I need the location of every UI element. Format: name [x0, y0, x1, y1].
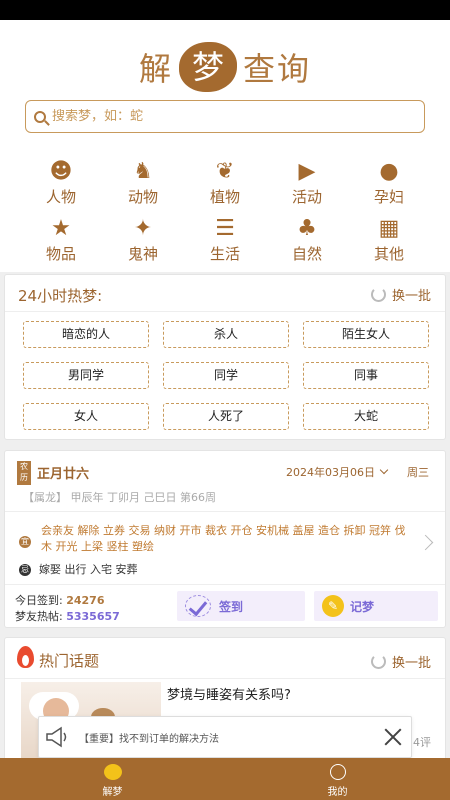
category-life[interactable]: ☰ 生活 — [184, 215, 266, 264]
plant-icon: ❦ — [215, 159, 235, 184]
hot-topics-title: 热门话题 — [39, 652, 100, 670]
divider — [5, 511, 445, 512]
chevron-down-icon — [379, 465, 389, 475]
dream-cloud-icon — [103, 764, 122, 780]
hot-dreams-refresh-button[interactable]: 换一批 — [370, 285, 431, 304]
ganzhi-info: 【属龙】 甲辰年 丁卯月 己巳日 第66周 — [23, 491, 216, 504]
tab-dream[interactable]: 解梦 — [0, 758, 225, 800]
user-icon — [329, 764, 346, 780]
divider — [5, 311, 445, 312]
signin-count: 24276 — [66, 594, 105, 607]
search-bar[interactable] — [25, 100, 425, 133]
tree-icon: ♣ — [297, 216, 317, 241]
ji-text: 嫁娶 出行 入宅 安葬 — [39, 563, 138, 576]
divider — [5, 678, 445, 679]
topics-refresh-button[interactable]: 换一批 — [370, 652, 431, 671]
bag-icon: ★ — [51, 216, 71, 241]
comment-count: 4评 — [413, 736, 431, 749]
hot-dream-tag[interactable]: 人死了 — [163, 403, 289, 430]
search-icon — [34, 110, 46, 123]
community-stats: 今日签到: 24276 梦友热帖: 5335657 — [15, 594, 120, 623]
category-animal[interactable]: ♞ 动物 — [102, 158, 184, 207]
yi-badge: 宜 — [19, 536, 31, 548]
category-grid: ☻ 人物 ♞ 动物 ❦ 植物 ▶ 活动 ● 孕妇 ★ 物品 ✦ 鬼神 ☰ 生活 ♣ 自然 ▦ 其他 — [0, 158, 450, 264]
header-section: 解梦查询 ☻人物 ♞动物 ❦植物 ▶活动 ●孕妇 ★物品 ✦鬼神 ☰生活 ♣自然… — [0, 20, 450, 272]
record-dream-button[interactable]: ✎ 记梦 — [314, 591, 438, 621]
ghost-icon: ✦ — [133, 216, 153, 241]
weekday: 周三 — [407, 466, 429, 479]
megaphone-icon: ▶ — [298, 159, 316, 184]
hot-dream-tag[interactable]: 陌生女人 — [303, 321, 429, 348]
almanac-yi[interactable]: 宜 会亲友 解除 立券 交易 纳财 开市 裁衣 开仓 安机械 盖屋 造仓 拆卸 … — [19, 523, 409, 555]
category-plant[interactable]: ❦ 植物 — [184, 158, 266, 207]
flame-icon — [17, 646, 34, 668]
logo-text-left: 解 — [138, 50, 173, 88]
topic-question[interactable]: 梦境与睡姿有关系吗? — [167, 684, 291, 703]
lunar-badge: 农历 — [17, 461, 31, 485]
logo-dream-blob: 梦 — [179, 42, 237, 92]
notice-banner[interactable]: 【重要】找不到订单的解决方法 — [38, 716, 412, 758]
hot-dreams-title: 24小时热梦: — [18, 287, 103, 305]
status-bar — [0, 0, 450, 20]
posts-count: 5335657 — [66, 610, 120, 623]
category-people[interactable]: ☻ 人物 — [20, 158, 102, 207]
chevron-right-icon[interactable] — [417, 534, 434, 551]
logo-text-right: 查询 — [243, 50, 312, 88]
people-icon: ☻ — [49, 159, 73, 184]
hot-dream-tag[interactable]: 杀人 — [163, 321, 289, 348]
pregnant-icon: ● — [379, 159, 399, 184]
hot-dream-tag[interactable]: 大蛇 — [303, 403, 429, 430]
hot-dream-tag[interactable]: 男同学 — [23, 362, 149, 389]
pencil-icon: ✎ — [322, 595, 344, 617]
hot-dream-tag[interactable]: 同学 — [163, 362, 289, 389]
notice-text: 【重要】找不到订单的解决方法 — [79, 733, 219, 745]
hot-dream-tag[interactable]: 女人 — [23, 403, 149, 430]
category-nature[interactable]: ♣ 自然 — [266, 215, 348, 264]
category-other[interactable]: ▦ 其他 — [348, 215, 430, 264]
category-pregnant[interactable]: ● 孕妇 — [348, 158, 430, 207]
hot-dream-tags: 暗恋的人 杀人 陌生女人 男同学 同学 同事 女人 人死了 大蛇 — [23, 321, 429, 430]
megaphone-icon — [46, 726, 67, 748]
refresh-icon — [370, 654, 386, 669]
ji-badge: 忌 — [19, 564, 31, 576]
category-activity[interactable]: ▶ 活动 — [266, 158, 348, 207]
sign-in-button[interactable]: 签到 — [177, 591, 305, 621]
lunar-date: 正月廿六 — [37, 467, 90, 482]
close-icon[interactable] — [383, 727, 403, 747]
refresh-icon — [370, 287, 386, 302]
hot-dream-tag[interactable]: 暗恋的人 — [23, 321, 149, 348]
bottom-tab-bar: 解梦 我的 — [0, 758, 450, 800]
checkmark-icon — [185, 595, 211, 617]
almanac-ji: 忌嫁娶 出行 入宅 安葬 — [19, 561, 138, 577]
category-ghost[interactable]: ✦ 鬼神 — [102, 215, 184, 264]
divider — [5, 584, 445, 585]
hot-dreams-card: 24小时热梦: 换一批 暗恋的人 杀人 陌生女人 男同学 同学 同事 女人 人死… — [4, 274, 446, 440]
category-items[interactable]: ★ 物品 — [20, 215, 102, 264]
hot-dream-tag[interactable]: 同事 — [303, 362, 429, 389]
yi-text: 会亲友 解除 立券 交易 纳财 开市 裁衣 开仓 安机械 盖屋 造仓 拆卸 冠笄… — [41, 524, 406, 553]
date-picker[interactable]: 2024年03月06日 — [286, 464, 389, 480]
deer-icon: ♞ — [133, 159, 153, 184]
grid-icon: ▦ — [378, 216, 400, 241]
bowl-icon: ☰ — [215, 216, 235, 241]
app-logo: 解梦查询 — [0, 42, 450, 92]
tab-me[interactable]: 我的 — [225, 758, 450, 800]
almanac-card: 农历 正月廿六 2024年03月06日 周三 【属龙】 甲辰年 丁卯月 己巳日 … — [4, 450, 446, 628]
search-input[interactable] — [52, 109, 392, 124]
